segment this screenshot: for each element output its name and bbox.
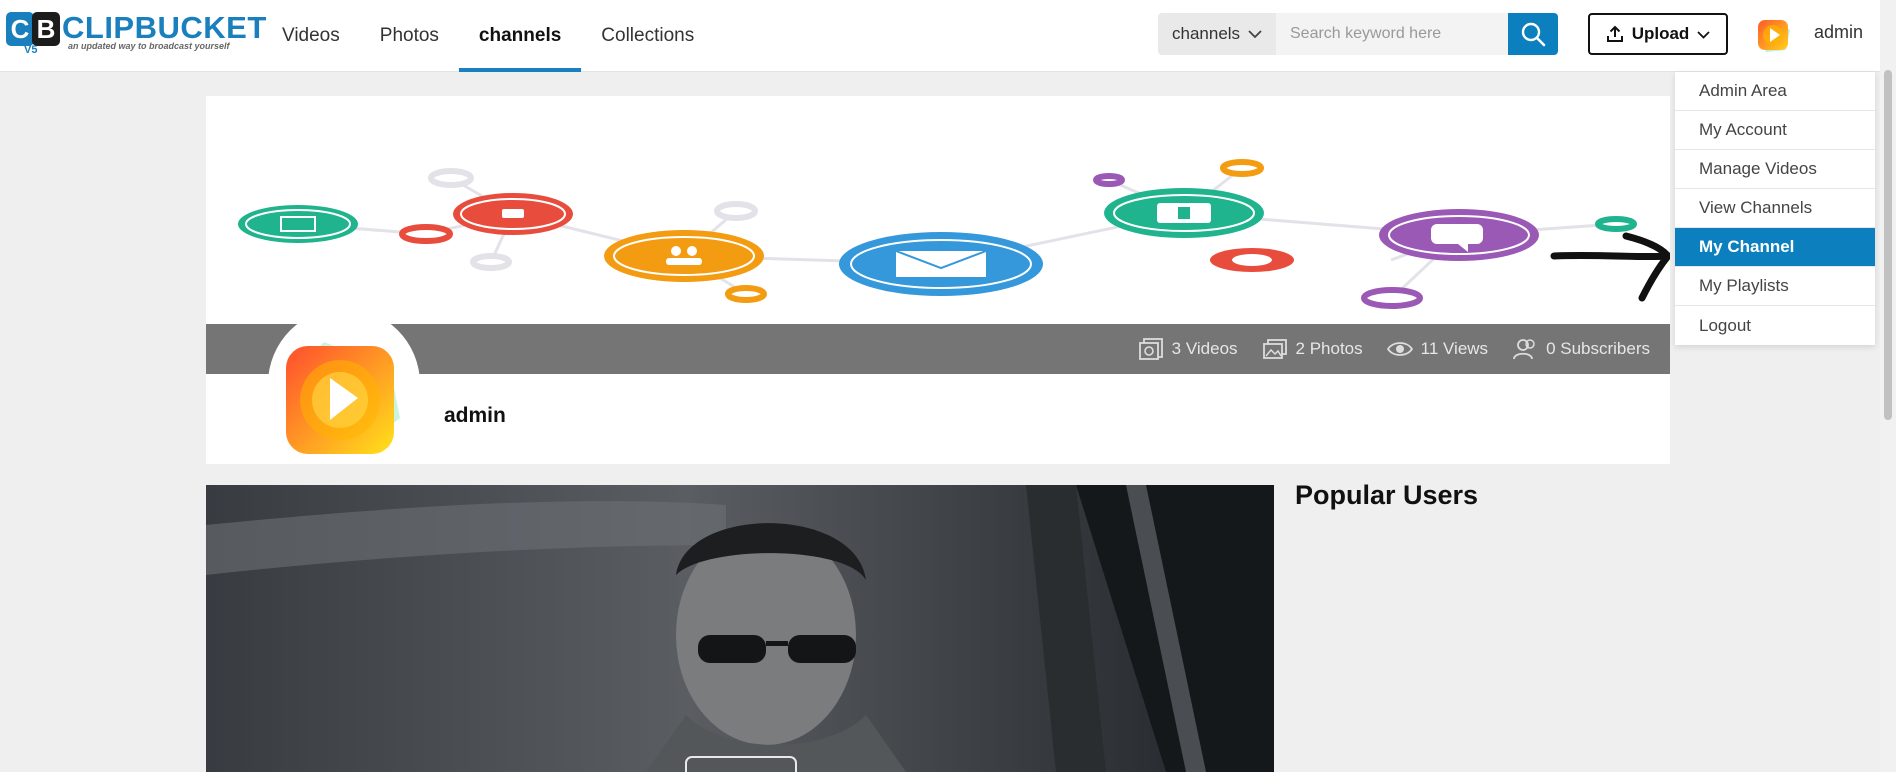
stat-photos: 2 Photos xyxy=(1262,338,1363,360)
channel-name: admin xyxy=(444,404,506,427)
user-name[interactable]: admin xyxy=(1814,22,1863,43)
search-input[interactable] xyxy=(1276,13,1508,55)
logo-brand-name: CLIPBUCKET xyxy=(62,10,267,45)
menu-item-admin-area[interactable]: Admin Area xyxy=(1675,72,1875,111)
menu-item-logout[interactable]: Logout xyxy=(1675,306,1875,345)
stat-videos: 3 Videos xyxy=(1138,337,1238,361)
user-avatar[interactable] xyxy=(1756,16,1792,54)
chevron-down-icon xyxy=(1697,30,1710,39)
menu-item-view-channels[interactable]: View Channels xyxy=(1675,189,1875,228)
annotation-arrow xyxy=(1550,232,1670,302)
video-stack-icon xyxy=(1138,338,1163,360)
featured-video[interactable] xyxy=(206,485,1274,772)
nav-photos[interactable]: Photos xyxy=(360,0,459,72)
menu-item-manage-videos[interactable]: Manage Videos xyxy=(1675,150,1875,189)
logo-c-box: C xyxy=(6,12,34,46)
menu-item-my-channel[interactable]: My Channel xyxy=(1675,228,1875,267)
logo-b-box: B xyxy=(32,12,60,46)
channel-banner xyxy=(238,159,1670,309)
nav-channels[interactable]: channels xyxy=(458,0,582,72)
photo-stack-icon xyxy=(1262,339,1287,359)
popular-users-title: Popular Users xyxy=(1295,480,1479,510)
nav-videos[interactable]: Videos xyxy=(262,0,360,72)
nav-collections[interactable]: Collections xyxy=(581,0,714,72)
search-category-value: channels xyxy=(1172,24,1241,43)
stat-views: 11 Views xyxy=(1386,339,1489,359)
main-nav: Videos Photos channels Collections xyxy=(262,0,714,72)
channel-avatar-image xyxy=(286,342,400,454)
page-scrollbar-thumb[interactable] xyxy=(1884,70,1892,420)
menu-item-my-account[interactable]: My Account xyxy=(1675,111,1875,150)
channel-header-card: 3 Videos 2 Photos 11 Views 0 Subscribers xyxy=(206,96,1670,464)
upload-label: Upload xyxy=(1631,24,1690,43)
search-category-select[interactable]: channels xyxy=(1158,13,1276,55)
stat-views-label: 11 Views xyxy=(1420,339,1489,358)
subscribers-icon xyxy=(1513,339,1535,360)
top-navbar: C B V5 CLIPBUCKET an updated way to broa… xyxy=(0,0,1896,72)
stat-subscribers-label: 0 Subscribers xyxy=(1546,339,1650,358)
stat-photos-label: 2 Photos xyxy=(1295,339,1363,358)
channel-avatar[interactable] xyxy=(268,308,420,460)
search-bar: channels xyxy=(1158,13,1558,55)
logo-tagline: an updated way to broadcast yourself xyxy=(68,41,230,51)
upload-button[interactable]: Upload xyxy=(1588,13,1728,55)
search-button[interactable] xyxy=(1508,13,1558,55)
upload-icon xyxy=(1606,25,1623,42)
user-dropdown-menu: Admin Area My Account Manage Videos View… xyxy=(1675,72,1875,345)
stat-videos-label: 3 Videos xyxy=(1171,339,1238,358)
eye-icon xyxy=(1386,342,1413,356)
channel-stats-bar: 3 Videos 2 Photos 11 Views 0 Subscribers xyxy=(206,324,1670,374)
logo-version: V5 xyxy=(24,44,38,56)
search-icon xyxy=(1521,22,1546,47)
clipbucket-logo[interactable]: C B V5 CLIPBUCKET an updated way to broa… xyxy=(6,10,266,56)
stat-subscribers: 0 Subscribers xyxy=(1512,338,1650,360)
menu-item-my-playlists[interactable]: My Playlists xyxy=(1675,267,1875,306)
video-thumbnail xyxy=(206,485,1274,772)
chevron-down-icon xyxy=(1248,30,1262,39)
